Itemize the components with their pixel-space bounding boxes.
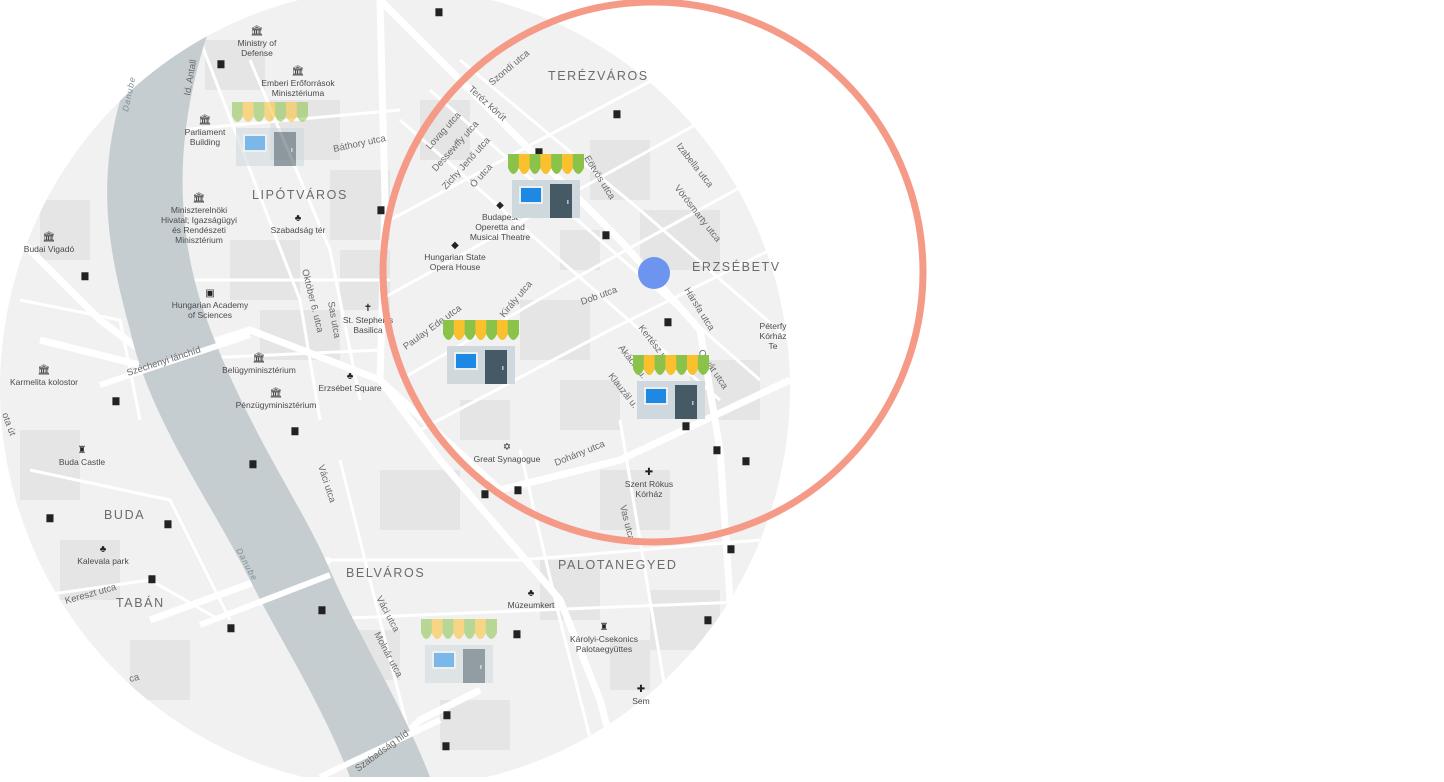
transit-stop-icon[interactable]: ▆	[727, 543, 736, 554]
transit-stop-icon[interactable]: ▆	[377, 204, 386, 215]
museum-icon: 🏛	[253, 352, 266, 364]
place-label: Basilica	[353, 325, 383, 335]
transit-stop-icon[interactable]: ▆	[249, 458, 258, 469]
transit-stop-icon[interactable]: ▆	[227, 622, 236, 633]
transit-stop-icon[interactable]: ▆	[443, 709, 452, 720]
place-label: Hungarian State	[424, 252, 486, 262]
place-label: Szent Rókus	[625, 479, 673, 489]
shop-marker-icon[interactable]	[231, 101, 309, 167]
park-icon: ♣	[295, 213, 302, 224]
park-icon: ♣	[528, 588, 535, 599]
transit-stop-icon[interactable]: ▆	[81, 270, 90, 281]
place-label: Emberi Erőforrások	[261, 78, 335, 88]
map-canvas[interactable]: Danube Danube Szondi utca Teréz körút Lo…	[0, 0, 1444, 780]
transit-stop-icon[interactable]: ▆	[318, 604, 327, 615]
museum-icon: 🏛	[251, 25, 264, 37]
park-icon: ♣	[347, 371, 354, 382]
place-label: Buda Castle	[59, 457, 106, 467]
place-label: Szabadság tér	[271, 225, 326, 235]
place-label: Miniszterelnöki	[171, 205, 227, 215]
map-view[interactable]: Danube Danube Szondi utca Teréz körút Lo…	[0, 0, 1444, 780]
museum-icon: 🏛	[193, 192, 206, 204]
shop-marker-icon[interactable]	[632, 354, 710, 420]
transit-stop-icon[interactable]: ▆	[435, 6, 444, 17]
camera-icon: ▣	[205, 288, 214, 299]
district-label: ERZSÉBETV	[692, 259, 781, 274]
place-label: of Sciences	[188, 310, 232, 320]
transit-stop-icon[interactable]: ▆	[148, 573, 157, 584]
district-label: PALOTANEGYED	[558, 558, 677, 572]
transit-stop-icon[interactable]: ▆	[682, 420, 691, 431]
place-label: Ministry of	[238, 38, 277, 48]
castle-icon: ♜	[78, 445, 87, 456]
place-label: Kórház	[636, 489, 663, 499]
place-label: Múzeumkert	[508, 600, 555, 610]
place-label: Pénzügyminisztérium	[236, 400, 317, 410]
district-label: BUDA	[104, 508, 145, 522]
museum-icon: 🏛	[199, 114, 212, 126]
transit-stop-icon[interactable]: ▆	[742, 455, 751, 466]
place-label: Péterfy	[760, 321, 788, 331]
district-label: LIPÓTVÁROS	[252, 187, 348, 202]
place-label: Erzsébet Square	[318, 383, 382, 393]
place-label: Kórház	[760, 331, 787, 341]
transit-stop-icon[interactable]: ▆	[704, 614, 713, 625]
place-label: Musical Theatre	[470, 232, 531, 242]
shop-marker-icon[interactable]	[507, 153, 585, 219]
museum-icon: 🏛	[292, 65, 305, 77]
place-label: és Rendészeti	[172, 225, 226, 235]
transit-stop-icon[interactable]: ▆	[291, 425, 300, 436]
place-label: Palotaegyüttes	[576, 644, 632, 654]
transit-stop-icon[interactable]: ▆	[513, 628, 522, 639]
transit-stop-icon[interactable]: ▆	[713, 444, 722, 455]
transit-stop-icon[interactable]: ▆	[46, 512, 55, 523]
user-location-dot[interactable]	[638, 257, 670, 289]
star-of-david-icon: ✡	[503, 442, 511, 453]
place-label: Budai Vigadó	[24, 244, 75, 254]
theatre-icon: ◆	[496, 200, 504, 211]
place-label: Parliament	[185, 127, 226, 137]
transit-stop-icon[interactable]: ▆	[112, 395, 121, 406]
place-label: Minisztériuma	[272, 88, 325, 98]
place-label: Karmelita kolostor	[10, 377, 78, 387]
museum-icon: 🏛	[43, 231, 56, 243]
district-label: TERÉZVÁROS	[548, 68, 649, 83]
hospital-icon: ✚	[645, 467, 653, 478]
place-label: Károlyi-Csekonics	[570, 634, 638, 644]
district-label: TABÁN	[116, 595, 165, 610]
transit-stop-icon[interactable]: ▆	[664, 316, 673, 327]
place-label: Sem	[632, 696, 649, 706]
castle-icon: ♜	[600, 622, 609, 633]
transit-stop-icon[interactable]: ▆	[442, 740, 451, 751]
shop-marker-icon[interactable]	[420, 618, 498, 684]
museum-icon: 🏛	[270, 387, 283, 399]
cross-icon: ✝	[364, 303, 372, 314]
theatre-icon: ◆	[451, 240, 459, 251]
transit-stop-icon[interactable]: ▆	[514, 484, 523, 495]
place-label: Kalevala park	[77, 556, 129, 566]
hospital-icon: ✚	[637, 684, 645, 695]
park-icon: ♣	[100, 544, 107, 555]
place-label: Te	[769, 341, 778, 351]
museum-icon: 🏛	[38, 364, 51, 376]
place-label: Great Synagogue	[474, 454, 541, 464]
district-label: BELVÁROS	[346, 565, 425, 580]
place-label: Belügyminisztérium	[222, 365, 296, 375]
transit-stop-icon[interactable]: ▆	[217, 58, 226, 69]
transit-stop-icon[interactable]: ▆	[602, 229, 611, 240]
transit-stop-icon[interactable]: ▆	[164, 518, 173, 529]
place-label: Hivatal; Igazságügyi	[161, 215, 237, 225]
place-label: Defense	[241, 48, 273, 58]
place-label: Hungarian Academy	[172, 300, 249, 310]
place-label: Operetta and	[475, 222, 525, 232]
place-label: Building	[190, 137, 221, 147]
place-label: Opera House	[430, 262, 481, 272]
place-label: Minisztérium	[175, 235, 223, 245]
shop-marker-icon[interactable]	[442, 319, 520, 385]
transit-stop-icon[interactable]: ▆	[613, 108, 622, 119]
